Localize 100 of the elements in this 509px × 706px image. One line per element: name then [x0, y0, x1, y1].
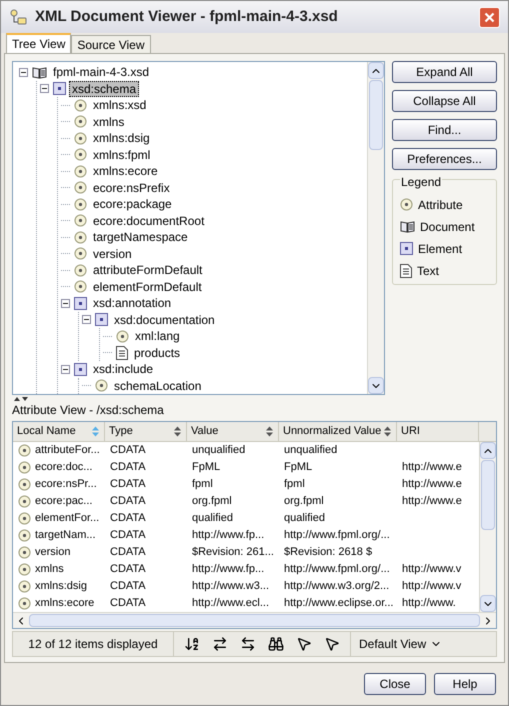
attribute-icon [74, 280, 87, 294]
column-header[interactable]: Type [105, 422, 187, 441]
collapse-icon[interactable] [61, 298, 70, 308]
tree-item[interactable]: xsd:documentation [111, 312, 218, 328]
attribute-icon [95, 379, 108, 392]
scroll-thumb[interactable] [369, 80, 383, 150]
dialog-button[interactable]: Close [364, 673, 426, 695]
tree-item[interactable]: xsd:schema [69, 80, 140, 97]
collapse-icon[interactable] [82, 315, 91, 324]
action-button[interactable]: Find... [392, 119, 497, 141]
tree-item[interactable]: xmlns:ecore [90, 163, 161, 180]
attribute-view-title: Attribute View - /xsd:schema [12, 403, 165, 417]
table-cell-text: CDATA [110, 477, 146, 492]
tab[interactable]: Source View [71, 35, 151, 53]
element-icon [53, 82, 66, 96]
sort-az-icon[interactable] [184, 636, 200, 652]
tree-item[interactable]: schemaLocation [111, 378, 204, 394]
tree-item[interactable]: xmlns:fpml [90, 146, 154, 163]
table-cell-text: xmlns [35, 562, 64, 578]
table-cell-text: fpml [284, 477, 305, 492]
table-cell-text: qualified [192, 511, 233, 526]
collapse-icon[interactable] [40, 84, 49, 94]
attribute-icon [116, 330, 129, 343]
attribute-icon [74, 264, 87, 277]
attribute-icon [74, 98, 87, 112]
attribute-icon [18, 597, 31, 610]
splitter-arrows-icon[interactable] [14, 396, 28, 402]
sort-icon[interactable] [265, 426, 274, 437]
tree-item[interactable]: targetNamespace [90, 229, 191, 246]
tree-item[interactable]: xml:lang [132, 328, 183, 344]
action-button[interactable]: Preferences... [392, 148, 497, 170]
table-cell-text: ecore:doc... [35, 460, 92, 476]
attribute-icon [400, 198, 413, 211]
element-icon [74, 296, 87, 310]
window-title: XML Document Viewer - fpml-main-4-3.xsd [35, 6, 339, 27]
legend-label: Element [418, 240, 462, 258]
tree-item[interactable]: xmlns:dsig [90, 130, 153, 146]
table-scrollbar[interactable] [479, 442, 496, 612]
element-icon [95, 313, 108, 326]
tree-item[interactable]: elementFormDefault [90, 278, 205, 295]
tree-scrollbar[interactable] [367, 62, 384, 394]
table-cell-text: CDATA [110, 494, 146, 510]
dialog-button[interactable]: Help [434, 673, 496, 695]
table-cell-text: CDATA [110, 596, 146, 612]
column-header[interactable]: URI [397, 422, 479, 441]
scroll-thumb[interactable] [481, 460, 495, 530]
attribute-icon [74, 132, 87, 145]
binoculars-icon[interactable] [268, 636, 284, 652]
column-header[interactable]: Local Name [13, 422, 105, 441]
table-cell-text: xmlns:dsig [35, 579, 87, 594]
action-button[interactable]: Collapse All [392, 90, 497, 112]
table-cell-text: CDATA [110, 562, 146, 578]
table-cell-text: FpML [192, 460, 220, 476]
tree-item[interactable]: ecore:documentRoot [90, 212, 208, 229]
column-header[interactable]: Value [187, 422, 279, 441]
attribute-icon [74, 230, 87, 244]
collapse-icon[interactable] [61, 364, 70, 374]
tree-item[interactable]: xmlns:xsd [90, 97, 150, 114]
action-button[interactable]: Expand All [392, 61, 497, 83]
table-cell-text: http://www.v [402, 562, 462, 578]
table-cell-text: attributeFor... [35, 443, 100, 458]
table-cell-text: http://www.w3.org/2... [284, 579, 390, 594]
swap-arrows-icon[interactable] [212, 636, 228, 652]
sort-icon[interactable] [383, 426, 392, 437]
attribute-icon [74, 214, 87, 228]
table-cell-text: $Revision: 261... [192, 545, 274, 560]
table-cell-text: ecore:pac... [35, 494, 92, 510]
tree-item[interactable]: products [131, 344, 184, 361]
legend-label: Document [420, 218, 475, 236]
attribute-icon [18, 529, 31, 542]
book-icon [32, 66, 47, 79]
item-count: 12 of 12 items displayed [27, 636, 159, 653]
close-button[interactable] [479, 6, 500, 28]
sort-icon[interactable] [173, 426, 182, 437]
tree-item[interactable]: fpml-main-4-3.xsd [50, 64, 152, 80]
attribute-icon [18, 461, 31, 474]
tree-item[interactable]: ecore:nsPrefix [90, 180, 173, 196]
collapse-icon[interactable] [19, 68, 28, 77]
attribute-icon [18, 444, 31, 457]
attribute-icon [74, 198, 87, 211]
tab[interactable]: Tree View [6, 33, 72, 53]
tree-item[interactable]: version [90, 246, 135, 262]
scroll-thumb[interactable] [29, 614, 480, 627]
table-cell-text: CDATA [110, 460, 146, 476]
horizontal-scrollbar[interactable] [13, 612, 496, 628]
tree-item[interactable]: xsd:annotation [90, 295, 174, 312]
view-dropdown[interactable]: Default View [351, 632, 450, 656]
tree-item[interactable]: attributeFormDefault [90, 262, 206, 278]
legend-label: Text [417, 262, 440, 280]
table-cell-text: http://www.fp... [192, 528, 264, 544]
tree-item[interactable]: xsd:include [90, 361, 156, 378]
attribute-icon [18, 512, 31, 525]
tree-item[interactable]: ecore:package [90, 196, 175, 212]
table-cell-text: FpML [284, 460, 312, 476]
app-icon [9, 9, 27, 25]
left-right-arrows-icon[interactable] [240, 636, 256, 652]
tree-item[interactable]: xmlns [90, 114, 128, 130]
table-cell-text: $Revision: 2618 $ [284, 545, 372, 560]
attribute-icon [74, 181, 87, 194]
column-header[interactable]: Unnormalized Value [279, 422, 397, 441]
